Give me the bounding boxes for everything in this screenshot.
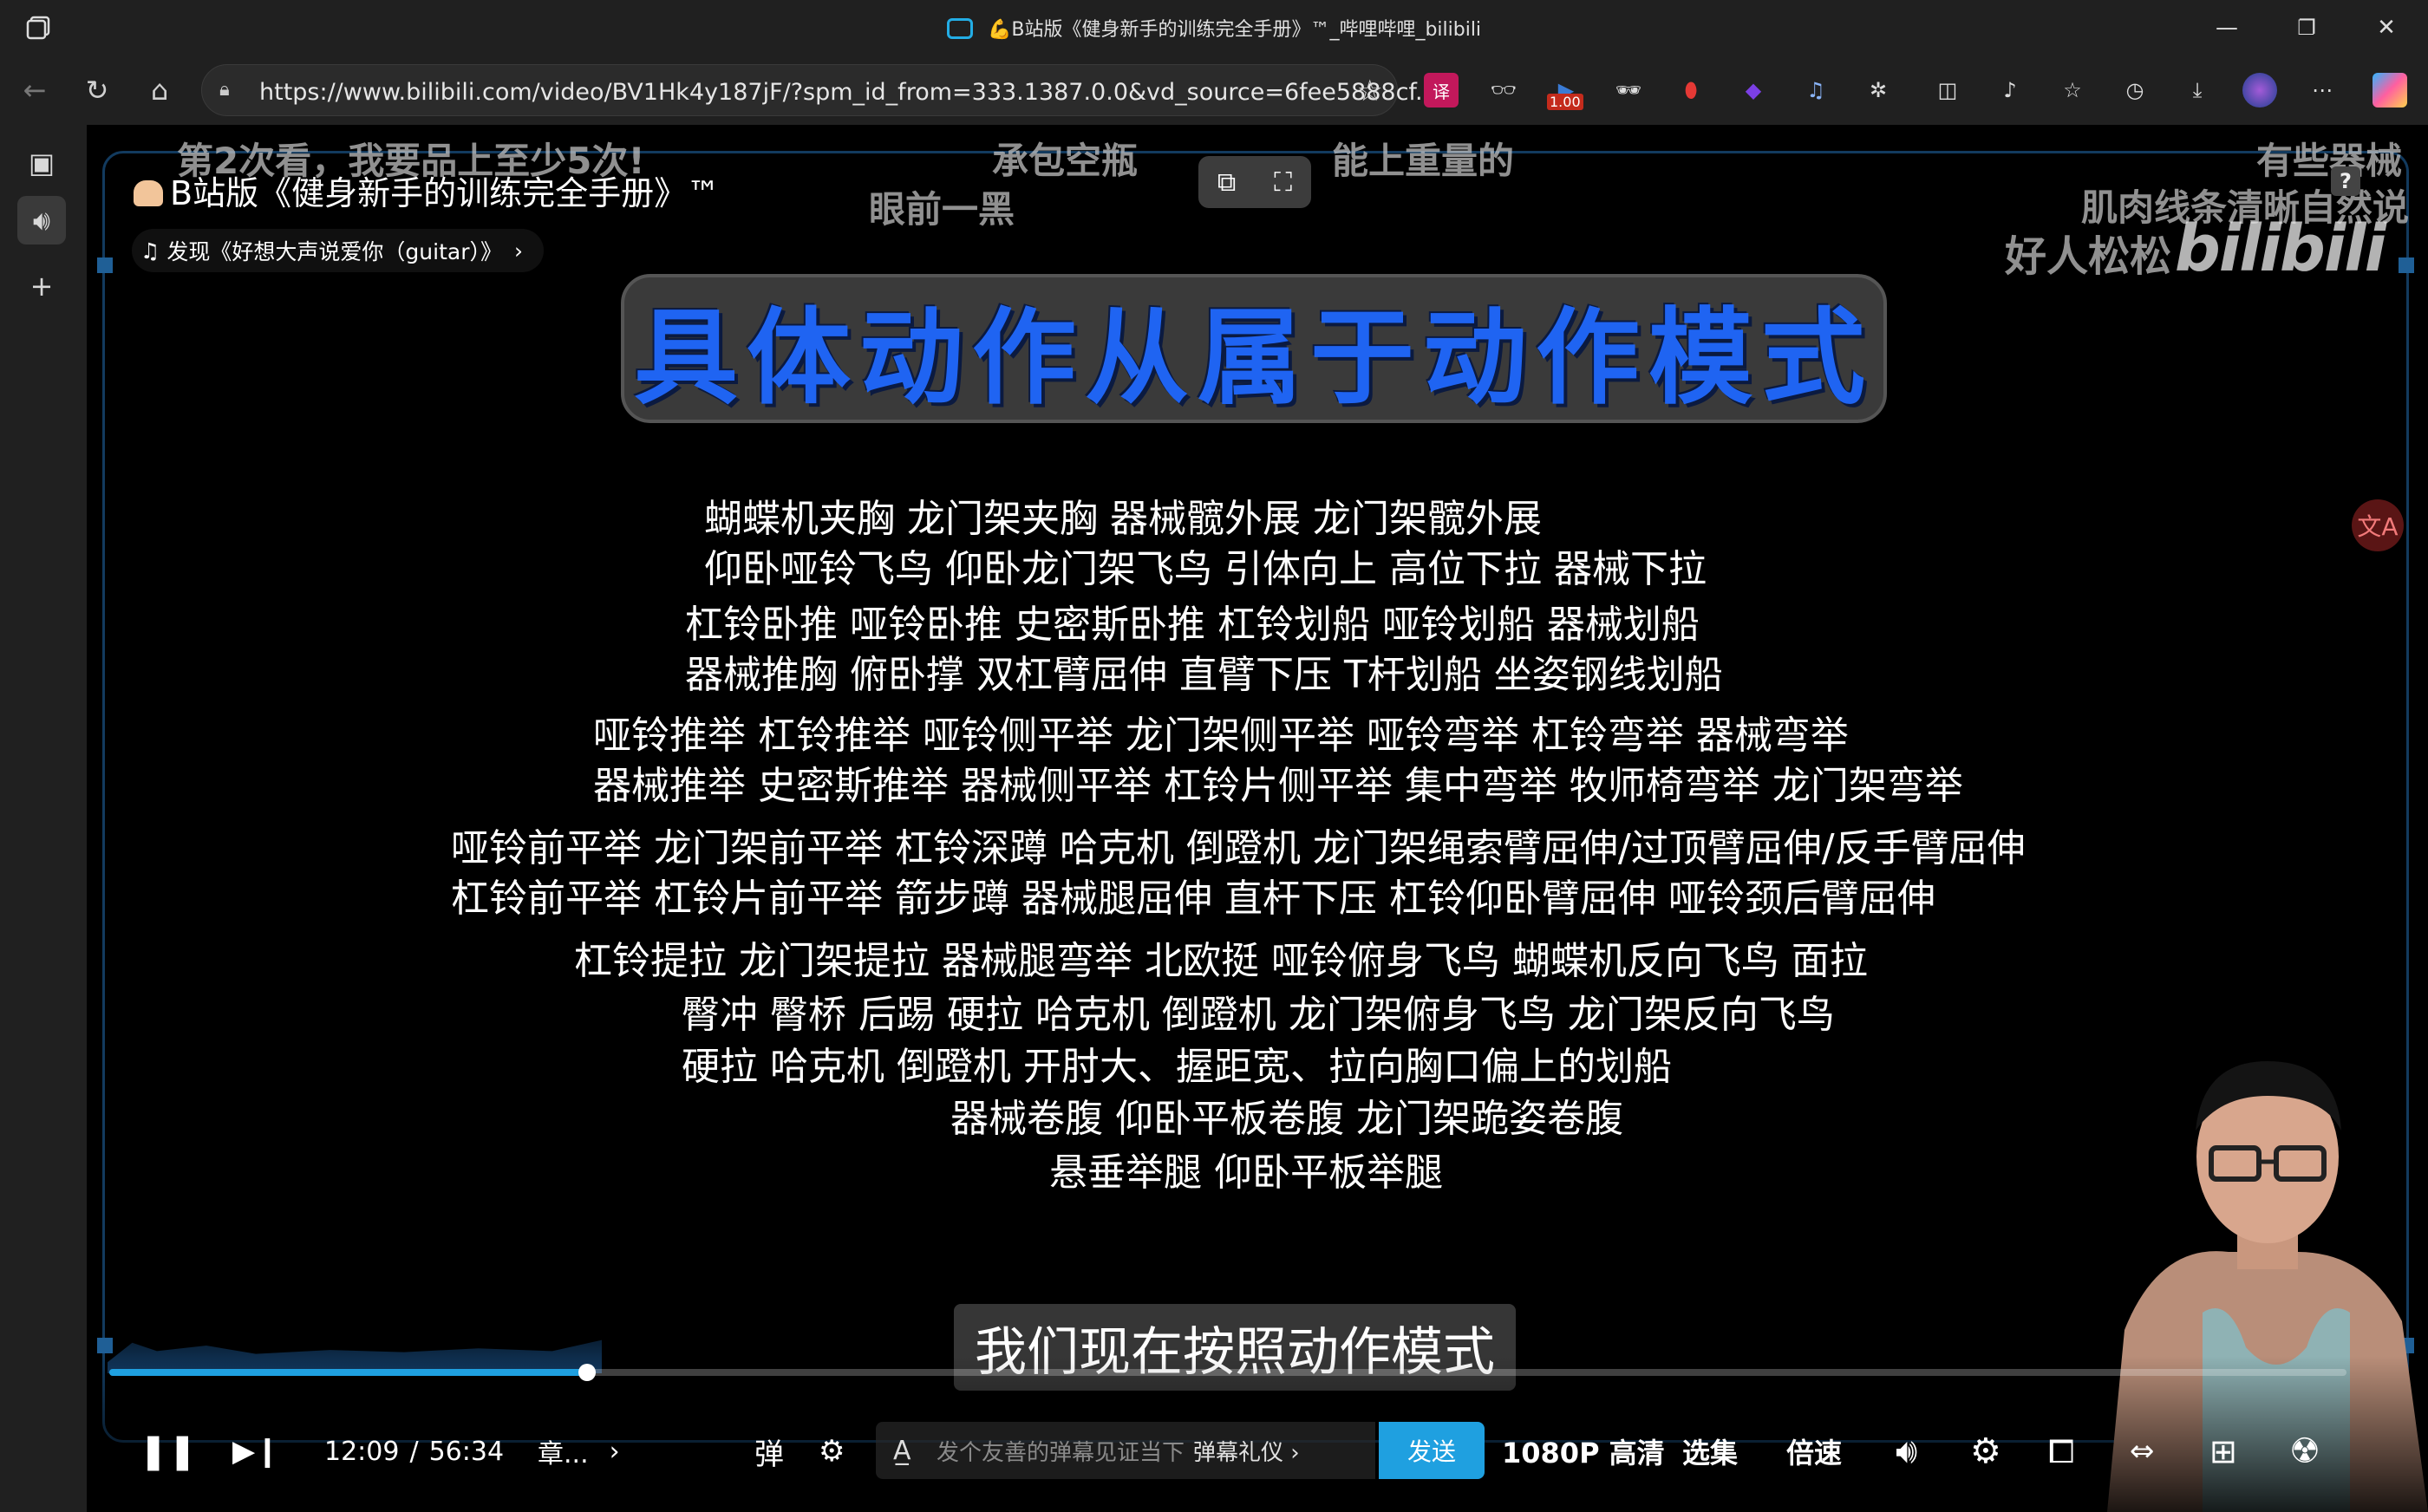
translate-icon[interactable]: 文A [2352, 499, 2404, 551]
address-bar[interactable]: 🔒︎ https://www.bilibili.com/video/BV1Hk4… [201, 64, 1438, 116]
help-icon[interactable]: ? [2331, 166, 2360, 196]
video-speed-extension-icon[interactable]: ▶ 1.00 [1547, 73, 1583, 110]
speed-button[interactable]: 倍速 [1786, 1425, 1842, 1477]
bilibili-tv-icon [946, 18, 973, 39]
danmaku-comment: 有些器械 [2256, 140, 2403, 182]
extensions-icon[interactable]: ✲ [1861, 73, 1896, 108]
danmaku-comment: 眼前一黑 [869, 188, 1015, 231]
text-style-icon[interactable]: A̲ [893, 1436, 911, 1466]
slide-line: 哑铃前平举 龙门架前平举 杠铃深蹲 哈克机 倒蹬机 龙门架绳索臂屈伸/过顶臂屈伸… [451, 826, 2026, 870]
slide-line: 哑铃推举 杠铃推举 哑铃侧平举 龙门架侧平举 哑铃弯举 杠铃弯举 器械弯举 [593, 714, 1849, 758]
time-display: 12:09 / 56:34 [324, 1425, 504, 1477]
slide-line: 悬垂举腿 仰卧平板举腿 [1049, 1150, 1443, 1195]
progress-bar[interactable] [109, 1364, 2346, 1381]
history-icon[interactable]: ◷ [2118, 73, 2152, 108]
episodes-button[interactable]: 选集 [1682, 1425, 1738, 1477]
screenshot-icon[interactable]: ⛶ [1274, 167, 1292, 198]
copilot-icon[interactable] [2373, 73, 2407, 108]
video-title: B站版《健身新手的训练完全手册》™ [134, 166, 720, 214]
slide-line: 杠铃前平举 杠铃片前平举 箭步蹲 器械腿屈伸 直杆下压 杠铃仰卧臂屈伸 哑铃颈后… [451, 877, 1935, 921]
danmaku-comment: 能上重量的 [1332, 140, 1515, 182]
url-text[interactable]: https://www.bilibili.com/video/BV1Hk4y18… [259, 79, 1438, 106]
frame-corner [97, 1338, 113, 1353]
more-menu-icon[interactable]: ⋯ [2305, 73, 2340, 108]
chapter-label: 章... [538, 1439, 589, 1470]
chapter-button[interactable]: 章... › [538, 1425, 620, 1477]
window-title-wrap: 💪B站版《健身新手的训练完全手册》™_哔哩哔哩_bilibili [0, 14, 2428, 42]
quality-selector[interactable]: 1080P 高清 [1502, 1425, 1665, 1477]
frame-corner [2399, 257, 2414, 273]
current-time: 12:09 [324, 1436, 400, 1467]
refresh-icon[interactable]: ↻ [80, 73, 114, 108]
mini-window-icon[interactable]: ⧠ [2048, 1425, 2074, 1477]
glasses-extension-icon[interactable]: 👓︎ [1486, 73, 1521, 108]
read-aloud-icon[interactable]: ♪ [1993, 73, 2027, 108]
picture-in-picture-icon[interactable]: ⧉ [1217, 167, 1236, 198]
slide-line: 杠铃提拉 龙门架提拉 器械腿弯举 北欧挺 哑铃俯身飞鸟 蝴蝶机反向飞鸟 面拉 [574, 939, 1868, 983]
translate-extension-icon[interactable]: 译 [1424, 73, 1459, 108]
slide-line: 器械卷腹 仰卧平板卷腹 龙门架跪姿卷腹 [950, 1097, 1623, 1141]
downloads-icon[interactable]: ⤓ [2180, 73, 2215, 108]
audio-tab-icon[interactable]: 🔊︎ [17, 196, 66, 244]
window-title: 💪B站版《健身新手的训练完全手册》™_哔哩哔哩_bilibili [987, 19, 1482, 41]
music-text: 发现《好想大声说爱你（guitar）》 [166, 239, 502, 264]
video-player[interactable]: 第2次看，我要品上至少5次! 眼前一黑 承包空瓶 能上重量的 有些器械 肌肉线条… [87, 125, 2428, 1512]
split-screen-icon[interactable]: ◫ [1930, 73, 1965, 108]
fullscreen-icon[interactable]: ☢ [2289, 1425, 2320, 1477]
new-tab-icon[interactable]: + [17, 262, 66, 310]
music-note-icon: ♫ [140, 238, 160, 264]
time-separator: / [409, 1436, 419, 1467]
profile-avatar[interactable] [2242, 73, 2277, 108]
favorites-icon[interactable]: ☆ [2055, 73, 2090, 108]
danmaku-toggle-icon[interactable]: 弹 [754, 1425, 784, 1477]
spy-extension-icon[interactable]: 🕶︎ [1611, 73, 1646, 108]
slide-line: 器械推胸 俯卧撑 双杠臂屈伸 直臂下压 T杆划船 坐姿钢线划船 [685, 653, 1723, 697]
restore-button[interactable]: ❐ [2281, 9, 2333, 47]
music-discovery-link[interactable]: ♫ 发现《好想大声说爱你（guitar）》 › [132, 229, 544, 272]
chevron-right-icon: › [513, 238, 523, 264]
title-bar: 💪B站版《健身新手的训练完全手册》™_哔哩哔哩_bilibili — ❐ ✕ [0, 0, 2428, 55]
chevron-right-icon: › [609, 1436, 620, 1467]
slide-heading: 具体动作从属于动作模式 [621, 274, 1887, 423]
music-extension-icon[interactable]: ♫ [1798, 73, 1833, 108]
slide-line: 器械推举 史密斯推举 器械侧平举 杠铃片侧平举 集中弯举 牧师椅弯举 龙门架弯举 [593, 764, 1963, 808]
video-title-text: B站版《健身新手的训练完全手册》™ [170, 174, 721, 212]
cube-extension-icon[interactable]: ◆ [1736, 73, 1771, 108]
slide-line: 杠铃卧推 哑铃卧推 史密斯卧推 杠铃划船 哑铃划船 器械划船 [685, 603, 1700, 647]
back-icon[interactable]: ← [17, 73, 52, 108]
navigation-bar: ← ↻ ⌂ 🔒︎ https://www.bilibili.com/video/… [0, 55, 2428, 125]
duration: 56:34 [428, 1436, 505, 1467]
progress-fill [109, 1369, 588, 1376]
bilibili-watermark-logo: bilibili [2174, 212, 2386, 286]
slide-line: 臀冲 臀桥 后踢 硬拉 哈克机 倒蹬机 龙门架俯身飞鸟 龙门架反向飞鸟 [682, 993, 1835, 1037]
danmaku-placeholder: 发个友善的弹幕见证当下 [937, 1439, 1185, 1466]
widescreen-icon[interactable]: ⇔ [2130, 1425, 2155, 1477]
send-danmaku-button[interactable]: 发送 [1379, 1422, 1485, 1479]
mini-player-controls: ⧉ ⛶ [1198, 156, 1311, 208]
danmaku-settings-icon[interactable]: ⚙︎ [819, 1425, 845, 1477]
flexed-arm-icon [134, 180, 163, 206]
settings-gear-icon[interactable]: ⚙︎ [1970, 1425, 2001, 1477]
favorite-star-icon[interactable]: ☆ [1357, 74, 1383, 108]
lock-icon[interactable]: 🔒︎ [219, 79, 244, 103]
danmaku-comment: 承包空瓶 [992, 140, 1139, 182]
slide-line: 蝴蝶机夹胸 龙门架夹胸 器械髋外展 龙门架髋外展 [704, 497, 1542, 541]
speed-badge: 1.00 [1547, 94, 1583, 110]
danmaku-etiquette-link[interactable]: 弹幕礼仪 › [1193, 1435, 1300, 1467]
frame-corner [97, 257, 113, 273]
next-icon[interactable]: ▶❙ [232, 1425, 280, 1477]
volume-icon[interactable]: 🔊︎ [1896, 1425, 1917, 1477]
vertical-tabs-icon[interactable]: ▣ [17, 139, 66, 187]
record-extension-icon[interactable]: ⬮ [1674, 73, 1708, 108]
minimize-button[interactable]: — [2201, 9, 2253, 47]
slide-line: 仰卧哑铃飞鸟 仰卧龙门架飞鸟 引体向上 高位下拉 器械下拉 [704, 547, 1707, 591]
danmaku-input[interactable]: A̲ 发个友善的弹幕见证当下 弹幕礼仪 › [876, 1422, 1375, 1479]
home-icon[interactable]: ⌂ [142, 73, 177, 108]
close-button[interactable]: ✕ [2360, 9, 2412, 47]
web-fullscreen-icon[interactable]: ⊞ [2209, 1425, 2237, 1477]
danmaku-comment: 好人松松 [2005, 232, 2172, 281]
browser-sidebar: ▣ 🔊︎ + [0, 125, 87, 1512]
slide-line: 硬拉 哈克机 倒蹬机 开肘大、握距宽、拉向胸口偏上的划船 [682, 1045, 1672, 1089]
pause-icon[interactable]: ❚❚ [139, 1425, 197, 1477]
